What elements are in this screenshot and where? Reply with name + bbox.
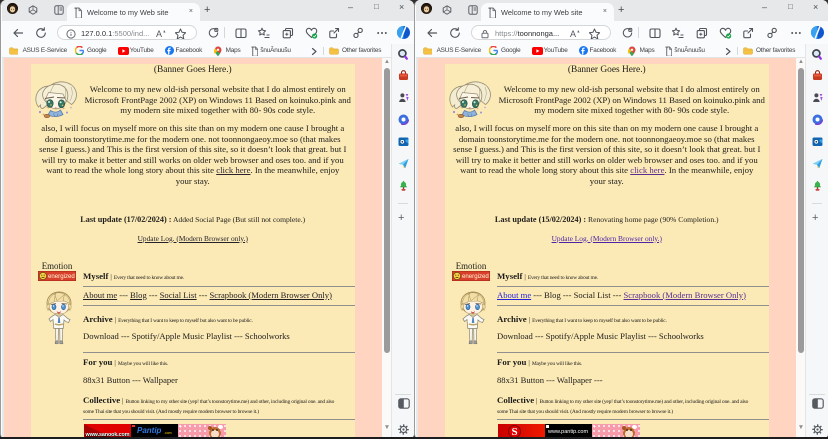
svg-text:A: A xyxy=(156,29,162,39)
svg-text:A: A xyxy=(570,29,576,39)
